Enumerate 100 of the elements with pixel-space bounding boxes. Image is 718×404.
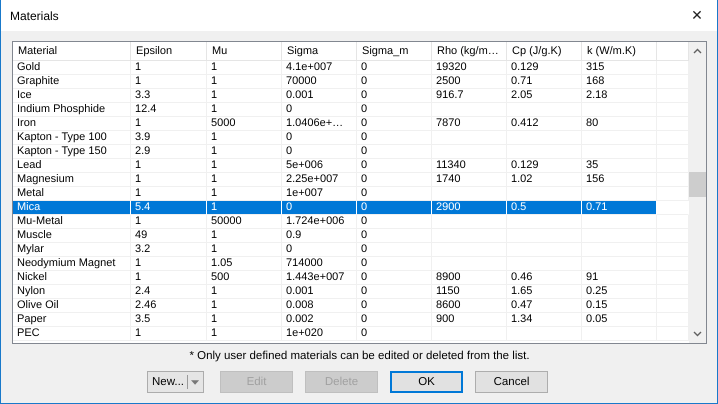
table-row[interactable]: PEC 1 1 1e+020 0 (13, 327, 689, 341)
table-row[interactable]: Nickel 1 500 1.443e+007 0 8900 0.46 91 (13, 271, 689, 285)
table-cell: Nylon (13, 285, 131, 299)
table-cell: 0.71 (507, 75, 582, 89)
table-cell: 0 (357, 131, 432, 145)
column-header[interactable]: k (W/m.K) (582, 42, 657, 61)
table-cell: 0 (357, 327, 432, 341)
table-cell: 2.4 (131, 285, 207, 299)
table-cell: 0 (357, 257, 432, 271)
table-row[interactable]: Mica 5.4 1 0 0 2900 0.5 0.71 (13, 201, 689, 215)
table-row[interactable]: Magnesium 1 1 2.25e+007 0 1740 1.02 156 (13, 173, 689, 187)
table-row[interactable]: Gold 1 1 4.1e+007 0 19320 0.129 315 (13, 61, 689, 75)
table-cell: 0 (357, 313, 432, 327)
table-cell: 0 (357, 229, 432, 243)
new-split-button[interactable]: New... (147, 371, 204, 393)
table-cell: 0.15 (582, 299, 657, 313)
table-cell: 1 (207, 201, 282, 215)
table-cell: 0.5 (507, 201, 582, 215)
table-cell: 1.05 (207, 257, 282, 271)
table-cell: 1.0406e+… (282, 117, 357, 131)
table-cell: 0.001 (282, 285, 357, 299)
table-cell: 0 (357, 145, 432, 159)
table-cell: Gold (13, 61, 131, 75)
table-cell: 0.001 (282, 89, 357, 103)
table-cell: Muscle (13, 229, 131, 243)
column-header[interactable]: Material (13, 42, 131, 61)
table-cell: 3.3 (131, 89, 207, 103)
column-header[interactable]: Cp (J/g.K) (507, 42, 582, 61)
table-cell: 5.4 (131, 201, 207, 215)
table-cell: 12.4 (131, 103, 207, 117)
table-cell: 1 (207, 159, 282, 173)
table-cell: 0 (282, 103, 357, 117)
table-cell: 1 (207, 243, 282, 257)
table-cell: 1 (207, 313, 282, 327)
table-row[interactable]: Mu-Metal 1 50000 1.724e+006 0 (13, 215, 689, 229)
table-cell: 1 (207, 299, 282, 313)
table-row[interactable]: Kapton - Type 150 2.9 1 0 0 (13, 145, 689, 159)
table-cell: 0 (357, 103, 432, 117)
table-cell: 1 (207, 75, 282, 89)
table-row[interactable]: Iron 1 5000 1.0406e+… 0 7870 0.412 80 (13, 117, 689, 131)
table-cell: 2.18 (582, 89, 657, 103)
table-cell: 1 (207, 285, 282, 299)
table-row[interactable]: Kapton - Type 100 3.9 1 0 0 (13, 131, 689, 145)
table-row[interactable]: Graphite 1 1 70000 0 2500 0.71 168 (13, 75, 689, 89)
column-header[interactable]: Epsilon (131, 42, 207, 61)
table-cell: 0.412 (507, 117, 582, 131)
table-row[interactable]: Paper 3.5 1 0.002 0 900 1.34 0.05 (13, 313, 689, 327)
close-button[interactable]: ✕ (677, 0, 717, 31)
table-cell: 2500 (432, 75, 507, 89)
table-cell: 0 (282, 243, 357, 257)
dialog-button[interactable]: Cancel (475, 371, 548, 393)
scroll-up-icon[interactable] (693, 48, 702, 54)
column-header[interactable]: Sigma (282, 42, 357, 61)
table-cell: Magnesium (13, 173, 131, 187)
table-cell: 0 (282, 145, 357, 159)
table-row[interactable]: Lead 1 1 5e+006 0 11340 0.129 35 (13, 159, 689, 173)
table-cell: 0 (357, 75, 432, 89)
table-cell: 1 (131, 61, 207, 75)
table-cell: Ice (13, 89, 131, 103)
table-cell: 168 (582, 75, 657, 89)
footnote: * Only user defined materials can be edited or deleted from the list. (188, 350, 531, 362)
table-cell: 1 (207, 131, 282, 145)
table-row[interactable]: Olive Oil 2.46 1 0.008 0 8600 0.47 0.15 (13, 299, 689, 313)
table-cell: 1 (131, 271, 207, 285)
table-cell: 0 (357, 299, 432, 313)
table-row[interactable]: Ice 3.3 1 0.001 0 916.7 2.05 2.18 (13, 89, 689, 103)
table-cell: 5000 (207, 117, 282, 131)
column-header[interactable]: Sigma_m (357, 42, 432, 61)
table-cell: 1 (207, 89, 282, 103)
table-row[interactable]: Muscle 49 1 0.9 0 (13, 229, 689, 243)
table-row[interactable]: Neodymium Magnet 1 1.05 714000 0 (13, 257, 689, 271)
table-cell: Paper (13, 313, 131, 327)
scroll-down-icon[interactable] (693, 331, 702, 337)
scroll-thumb[interactable] (689, 172, 706, 197)
table-cell: 1.65 (507, 285, 582, 299)
table-cell: 1 (207, 229, 282, 243)
table-cell: 2.46 (131, 299, 207, 313)
table-cell: 0 (282, 131, 357, 145)
table-cell: 80 (582, 117, 657, 131)
table-row[interactable]: Mylar 3.2 1 0 0 (13, 243, 689, 257)
table-row[interactable]: Nylon 2.4 1 0.001 0 1150 1.65 0.25 (13, 285, 689, 299)
table-cell: Neodymium Magnet (13, 257, 131, 271)
table-cell: 1 (207, 327, 282, 341)
table-cell: 0 (357, 201, 432, 215)
table-cell: 0 (357, 159, 432, 173)
table-cell: 0.129 (507, 159, 582, 173)
table-cell: 2.9 (131, 145, 207, 159)
column-header[interactable]: Rho (kg/m… (432, 42, 507, 61)
scrollbar[interactable] (689, 42, 706, 343)
column-header[interactable]: Mu (207, 42, 282, 61)
table-row[interactable]: Indium Phosphide 12.4 1 0 0 (13, 103, 689, 117)
table-cell: Kapton - Type 150 (13, 145, 131, 159)
dialog-button[interactable]: OK (390, 371, 463, 393)
table-cell: 0 (282, 201, 357, 215)
table-cell: 1 (131, 215, 207, 229)
caret-icon (190, 380, 199, 384)
table-cell: 900 (432, 313, 507, 327)
table-cell: 1 (131, 173, 207, 187)
table-cell: 156 (582, 173, 657, 187)
table-cell: 0.008 (282, 299, 357, 313)
